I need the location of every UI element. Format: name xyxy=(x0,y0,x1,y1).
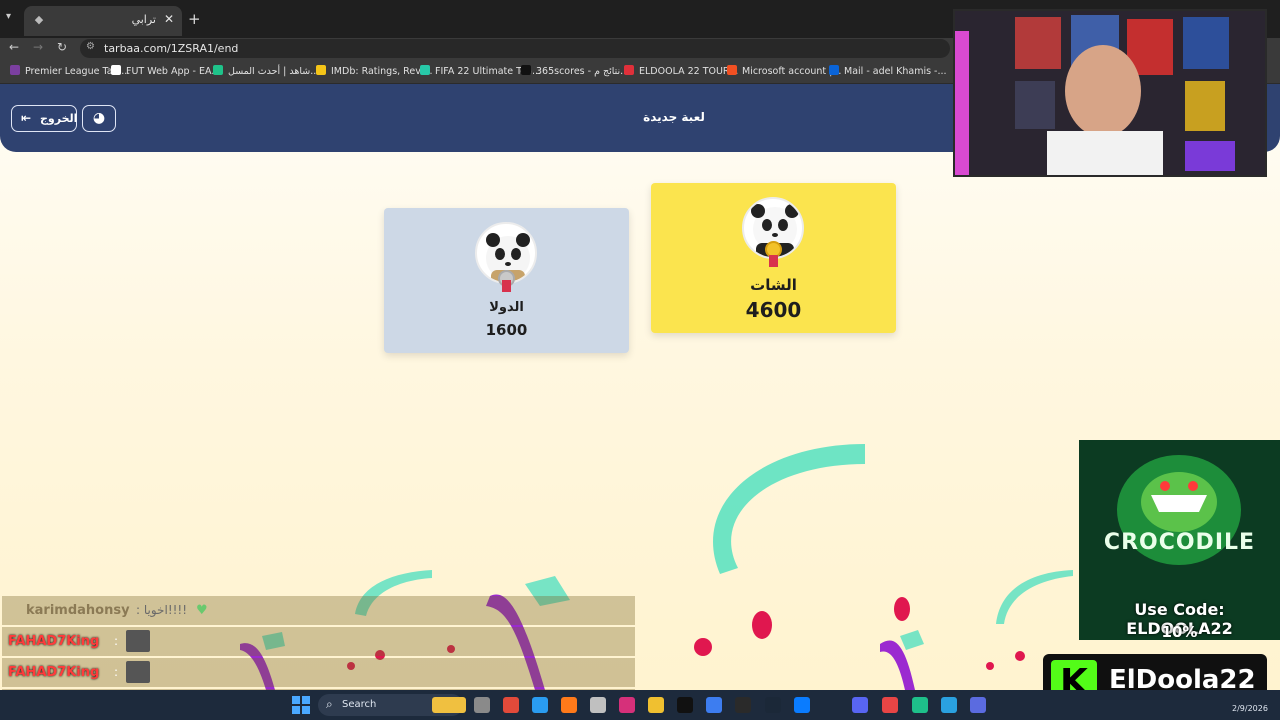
tiktok-icon[interactable] xyxy=(677,697,693,713)
bookmark-favicon-icon xyxy=(111,65,121,75)
firefox-icon[interactable] xyxy=(561,697,577,713)
instagram-icon[interactable] xyxy=(619,697,635,713)
bookmark-item[interactable]: شاهد | أحدث المسل... xyxy=(213,65,319,77)
folder-icon[interactable] xyxy=(648,697,664,713)
streamer-webcam xyxy=(953,9,1267,177)
chat-username: FAHAD7King xyxy=(8,634,100,649)
sponsor-brand: CROCODILE xyxy=(1103,530,1256,555)
sponsor-panel: CROCODILE Use Code: ELDOOLA22 10% xyxy=(1079,440,1280,640)
chat-message: FAHAD7King: xyxy=(2,658,635,687)
bookmark-item[interactable]: 365scores - نتائج م... xyxy=(521,65,629,77)
address-bar[interactable]: ⚙ tarbaa.com/1ZSRA1/end xyxy=(80,39,950,58)
close-tab-icon[interactable]: ✕ xyxy=(164,12,174,26)
discord-icon[interactable] xyxy=(852,697,868,713)
site-info-icon[interactable]: ⚙ xyxy=(86,41,95,52)
chat-message: karimdahonsy : اخويا!!!! ♥ xyxy=(2,596,635,625)
chat-message: FAHAD7King: xyxy=(2,627,635,656)
bookmark-item[interactable]: IMDb: Ratings, Revi... xyxy=(316,65,433,77)
browser-tab[interactable]: ◆ ترابي ✕ xyxy=(24,6,182,36)
chat-username: karimdahonsy xyxy=(26,603,130,618)
bookmark-favicon-icon xyxy=(727,65,737,75)
chat-avatar xyxy=(126,630,150,652)
chat-username: FAHAD7King xyxy=(8,665,100,680)
task-view-icon[interactable] xyxy=(474,697,490,713)
store-icon[interactable] xyxy=(706,697,722,713)
back-icon[interactable]: ← xyxy=(9,40,19,54)
heart-emote-icon: ♥ xyxy=(196,603,208,618)
chat-avatar xyxy=(126,661,150,683)
windows-start-icon[interactable] xyxy=(292,696,310,714)
tab-title: ترابي xyxy=(131,13,156,26)
search-placeholder: Search xyxy=(342,699,377,710)
bookmark-favicon-icon xyxy=(316,65,326,75)
bookmark-item[interactable]: ELDOOLA 22 TOUR... xyxy=(624,65,738,77)
bookmark-item[interactable]: Microsoft account |... xyxy=(727,65,841,77)
bookmark-label: شاهد | أحدث المسل... xyxy=(228,66,320,77)
bookmark-favicon-icon xyxy=(521,65,531,75)
stream-chat: karimdahonsy: اخويا!!!! ♥ FAHAD7King: FAHAD… xyxy=(0,596,635,718)
app-icon[interactable] xyxy=(912,697,928,713)
steam-icon[interactable] xyxy=(765,697,781,713)
bookmark-label: IMDb: Ratings, Revi... xyxy=(331,66,433,77)
bookmark-label: 365scores - نتائج م... xyxy=(536,66,629,77)
bookmark-favicon-icon xyxy=(829,65,839,75)
search-icon: ⌕ xyxy=(326,697,333,711)
site-favicon-icon: ◆ xyxy=(34,13,44,26)
bookmark-favicon-icon xyxy=(10,65,20,75)
url-text: tarbaa.com/1ZSRA1/end xyxy=(104,42,239,55)
messenger-icon[interactable] xyxy=(794,697,810,713)
bookmark-label: FUT Web App - EA... xyxy=(126,66,221,77)
app-icon[interactable] xyxy=(970,697,986,713)
bookmark-label: Mail - adel Khamis -... xyxy=(844,66,947,77)
obs-icon[interactable] xyxy=(590,697,606,713)
bookmark-label: Microsoft account |... xyxy=(742,66,842,77)
bookmark-favicon-icon xyxy=(213,65,223,75)
capcut-icon[interactable] xyxy=(735,697,751,713)
chat-text: : xyxy=(114,634,119,648)
bookmark-favicon-icon xyxy=(624,65,634,75)
edge-icon[interactable] xyxy=(532,697,548,713)
sponsor-discount: 10% xyxy=(1161,623,1198,640)
reload-icon[interactable]: ↻ xyxy=(57,40,67,54)
windows-taskbar: ⌕ Search 2/9/2026 xyxy=(0,690,1280,720)
chrome-icon[interactable] xyxy=(503,697,519,713)
file-explorer-thumbnail-icon[interactable] xyxy=(432,697,466,713)
bookmark-item[interactable]: Mail - adel Khamis -... xyxy=(829,65,947,77)
new-tab-icon[interactable]: + xyxy=(188,10,201,28)
app-icon[interactable] xyxy=(882,697,898,713)
bookmark-favicon-icon xyxy=(420,65,430,75)
bookmark-label: ELDOOLA 22 TOUR... xyxy=(639,66,739,77)
taskbar-date: 2/9/2026 xyxy=(1232,704,1268,713)
tab-search-icon[interactable]: ▾ xyxy=(6,11,11,22)
forward-icon[interactable]: → xyxy=(33,40,43,54)
telegram-icon[interactable] xyxy=(941,697,957,713)
chat-text: : اخويا!!!! xyxy=(136,603,188,617)
chat-text: : xyxy=(114,665,119,679)
bookmark-item[interactable]: FUT Web App - EA... xyxy=(111,65,220,77)
